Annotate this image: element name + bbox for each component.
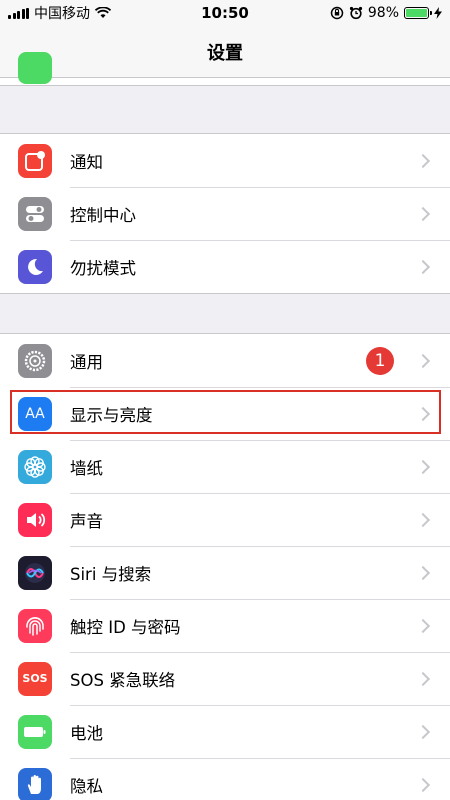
battery-status-icon [404,7,432,19]
chevron-right-icon [415,353,431,368]
settings-row-display-brightness[interactable]: AA 显示与亮度 [0,387,450,440]
settings-row-label: 触控 ID 与密码 [70,617,181,637]
settings-row-siri[interactable]: Siri 与搜索 [0,546,450,599]
chevron-right-icon [415,206,431,221]
settings-row-emergency-sos[interactable]: SOS SOS 紧急联络 [0,652,450,705]
settings-row-label: 声音 [70,511,103,531]
chevron-right-icon [415,512,431,527]
update-badge: 1 [366,346,394,375]
settings-row-battery[interactable]: 电池 [0,705,450,758]
signal-icon [8,7,29,19]
moon-icon [18,249,52,284]
settings-row-label: 勿扰模式 [70,258,136,278]
gear-icon [18,343,52,378]
chevron-right-icon [415,459,431,474]
settings-row-control-center[interactable]: 控制中心 [0,187,450,240]
status-bar: 中国移动 10:50 98% [0,0,450,26]
settings-row-touch-id[interactable]: 触控 ID 与密码 [0,599,450,652]
cellular-icon [18,52,52,84]
settings-row-label: 控制中心 [70,205,136,225]
settings-row-notifications[interactable]: 通知 [0,134,450,187]
settings-row-label: 隐私 [70,776,103,796]
chevron-right-icon [415,565,431,580]
rotation-lock-icon [330,6,344,20]
settings-row-label: 显示与亮度 [70,405,153,425]
display-icon-text: AA [25,405,45,422]
chevron-right-icon [415,671,431,686]
settings-row-label: 通知 [70,152,103,172]
sos-icon-text: SOS [22,672,48,685]
control-center-icon [18,196,52,231]
speaker-icon [18,502,52,537]
alarm-icon [349,6,362,20]
display-aa-icon: AA [18,396,52,431]
chevron-right-icon [415,618,431,633]
charging-bolt-icon [434,7,442,19]
battery-percent: 98% [367,5,399,21]
settings-row-label: 电池 [70,723,103,743]
settings-group-1: 通知 控制中心 勿扰模式 [0,133,450,294]
chevron-right-icon [415,259,431,274]
chevron-right-icon [415,724,431,739]
chevron-right-icon [415,153,431,168]
settings-row-general[interactable]: 通用 1 [0,334,450,387]
partially-hidden-row[interactable] [0,52,450,86]
wifi-icon [95,7,111,18]
siri-icon [18,555,52,590]
carrier-label: 中国移动 [34,6,90,22]
notifications-icon [18,143,52,178]
settings-group-2: 通用 1 AA 显示与亮度 墙纸 声音 Siri 与搜索 触控 ID 与密码 S… [0,333,450,800]
settings-row-wallpaper[interactable]: 墙纸 [0,440,450,493]
settings-row-label: SOS 紧急联络 [70,670,176,690]
settings-row-label: Siri 与搜索 [70,564,152,584]
settings-row-do-not-disturb[interactable]: 勿扰模式 [0,240,450,293]
settings-row-label: 墙纸 [70,458,103,478]
sos-icon: SOS [18,661,52,696]
hand-icon [18,767,52,800]
wallpaper-flower-icon [18,449,52,484]
chevron-right-icon [415,777,431,792]
settings-row-sounds[interactable]: 声音 [0,493,450,546]
chevron-right-icon [415,406,431,421]
page-title: 设置 [207,42,243,64]
battery-icon [18,714,52,749]
settings-row-label: 通用 [70,352,103,372]
fingerprint-icon [18,608,52,643]
settings-row-privacy[interactable]: 隐私 [0,758,450,800]
navigation-bar: 设置 [0,26,450,78]
